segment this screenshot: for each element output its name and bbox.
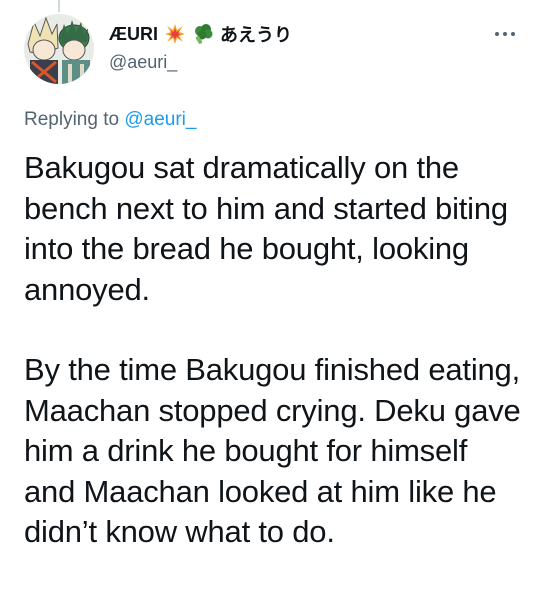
- broccoli-icon: [195, 24, 213, 44]
- more-horizontal-icon: [495, 32, 515, 36]
- tweet-text: Bakugou sat dramatically on the bench ne…: [24, 148, 524, 553]
- replying-to-label: Replying to: [24, 109, 120, 130]
- replying-to-line: Replying to @aeuri_: [24, 109, 196, 131]
- tweet-paragraph: Bakugou sat dramatically on the bench ne…: [24, 150, 508, 307]
- author-display-name[interactable]: ÆURI: [109, 24, 158, 45]
- replying-to-mention-link[interactable]: @aeuri_: [124, 109, 196, 130]
- tweet-header: ÆURI あえうり @aeuri_: [109, 22, 510, 73]
- author-handle[interactable]: @aeuri_: [109, 52, 510, 73]
- collision-icon: [165, 24, 185, 44]
- more-options-button[interactable]: [490, 24, 520, 44]
- avatar[interactable]: [24, 14, 94, 84]
- author-japanese-name[interactable]: あえうり: [220, 21, 292, 47]
- tweet-paragraph: By the time Bakugou finished eating, Maa…: [24, 352, 521, 549]
- thread-connector-line: [58, 0, 60, 12]
- avatar-image: [24, 14, 94, 84]
- author-name-row[interactable]: ÆURI あえうり: [109, 22, 510, 46]
